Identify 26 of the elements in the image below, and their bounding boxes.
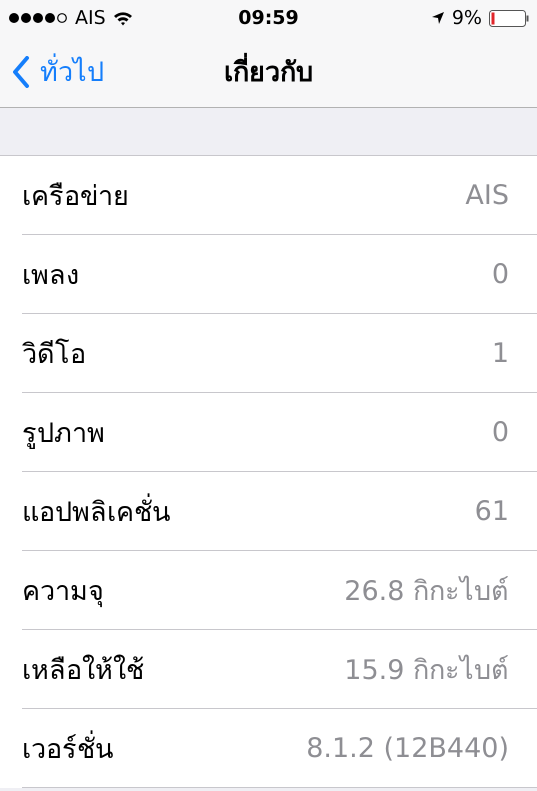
row-label: เหลือให้ใช้ — [22, 654, 144, 688]
row-value: 0 — [492, 258, 509, 290]
carrier-name: AIS — [75, 7, 106, 29]
row-value: 61 — [474, 496, 509, 526]
row-label: วิดีโอ — [22, 338, 86, 372]
battery-percent: 9% — [452, 7, 482, 29]
row-label: ความจุ — [22, 574, 104, 610]
page-title: เกี่ยวกับ — [224, 50, 313, 93]
row-label: เครือข่าย — [22, 180, 129, 214]
row-value: 1 — [492, 338, 509, 368]
row-label: รูปภาพ — [22, 416, 105, 451]
row-label: เพลง — [22, 258, 79, 292]
chevron-left-icon — [12, 56, 30, 88]
row-value: AIS — [465, 180, 509, 210]
row-value: 8.1.2 (12B440) — [306, 732, 509, 764]
row-value: 15.9 กิกะไบต์ — [344, 654, 509, 688]
row-label: แอปพลิเคชั่น — [22, 490, 170, 532]
row-value: 0 — [492, 416, 509, 448]
signal-icon — [8, 12, 68, 24]
row-label: เวอร์ชั่น — [22, 726, 113, 770]
battery-icon — [489, 10, 529, 26]
clock-time: 09:59 — [238, 7, 299, 29]
row-value: 26.8 กิกะไบต์ — [344, 574, 509, 608]
wifi-icon — [112, 10, 133, 26]
back-button[interactable]: ทั่วไป — [0, 50, 104, 93]
location-arrow-icon — [430, 11, 445, 25]
